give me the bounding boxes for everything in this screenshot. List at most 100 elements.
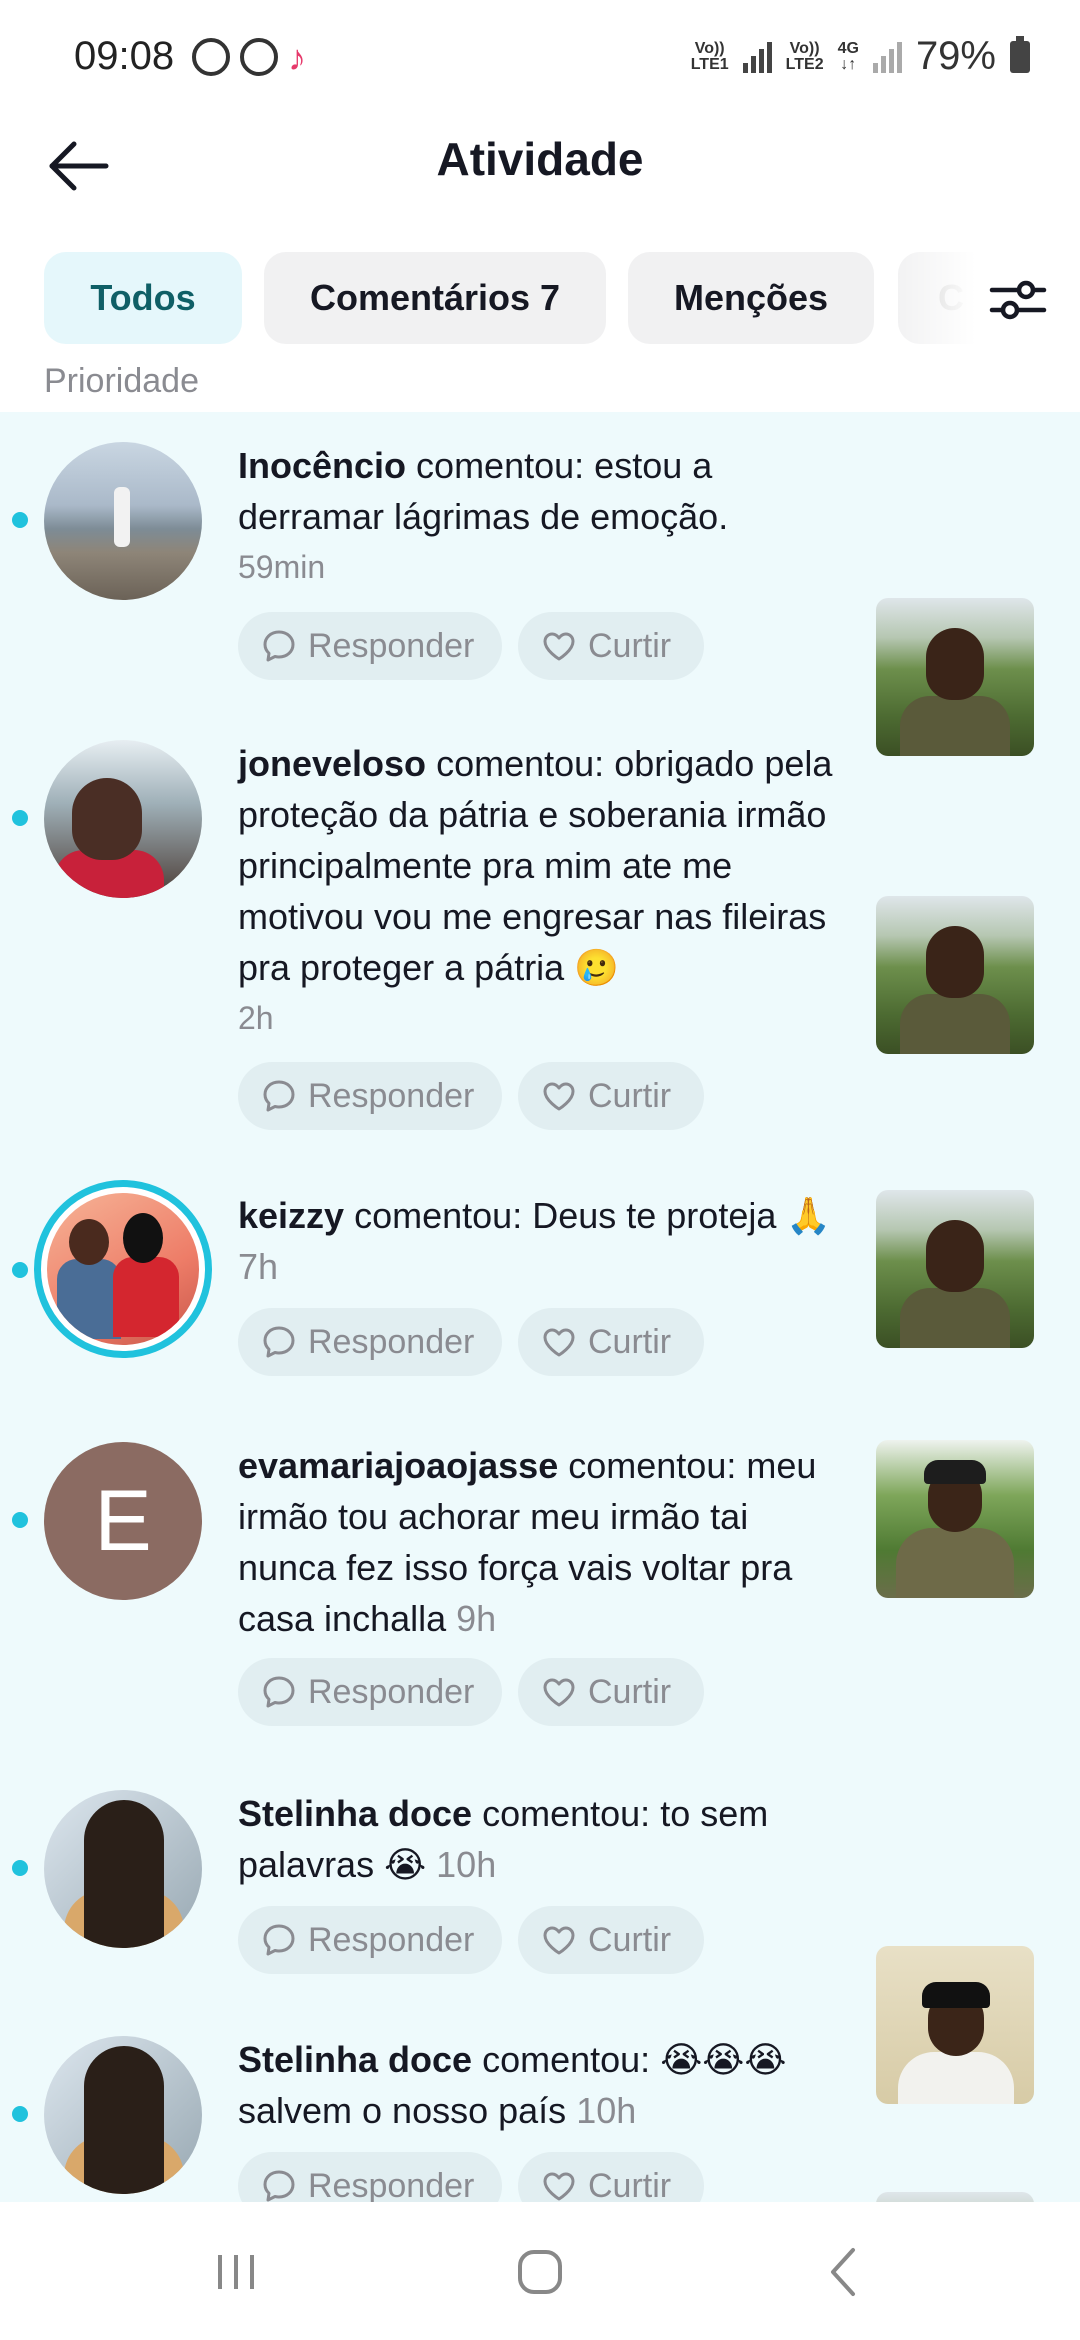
filter-tabs: Todos Comentários 7 Menções C xyxy=(0,252,1080,348)
heart-icon xyxy=(543,1082,575,1111)
comment-actions: Responder Curtir xyxy=(238,1658,704,1726)
like-button[interactable]: Curtir xyxy=(518,2152,704,2202)
comment-actions: Responder Curtir xyxy=(238,1906,704,1974)
whatsapp-icon xyxy=(192,38,230,76)
signal-icon xyxy=(872,41,902,73)
tab-mencoes[interactable]: Menções xyxy=(628,252,874,344)
header: Atividade xyxy=(0,120,1080,240)
recent-apps-icon xyxy=(218,2255,254,2289)
status-bar: 09:08 ♪ Vo)) LTE1 Vo)) LTE2 4G ↓↑ 79% xyxy=(0,0,1080,120)
tabs-fade xyxy=(890,252,1080,344)
video-thumbnail[interactable] xyxy=(876,1440,1034,1598)
timestamp: 10h xyxy=(436,1844,497,1885)
comment-body: Deus te proteja 🙏 xyxy=(532,1195,832,1236)
notification-icons: ♪ xyxy=(192,38,322,78)
battery-percent: 79% xyxy=(915,34,996,78)
comment-actions: Responder Curtir xyxy=(238,2152,704,2202)
system-navigation-bar xyxy=(0,2202,1080,2340)
avatar[interactable] xyxy=(44,1790,202,1948)
system-back-button[interactable] xyxy=(804,2242,884,2302)
status-time: 09:08 xyxy=(74,34,175,78)
comment-actions: Responder Curtir xyxy=(238,1308,704,1376)
comment-bubble-icon xyxy=(263,2170,295,2202)
reply-button[interactable]: Responder xyxy=(238,612,502,680)
notification-list[interactable]: Inocêncio comentou: estou a derramar lág… xyxy=(0,412,1080,2202)
unread-dot xyxy=(12,2106,28,2122)
battery-icon xyxy=(1010,35,1030,73)
list-item[interactable]: Stelinha doce comentou: 😭😭😭 salvem o nos… xyxy=(0,2006,1080,2202)
signal-icon xyxy=(742,41,772,73)
username[interactable]: joneveloso xyxy=(238,743,426,784)
reply-button[interactable]: Responder xyxy=(238,1308,502,1376)
tab-todos[interactable]: Todos xyxy=(44,252,242,344)
unread-dot xyxy=(12,1262,28,1278)
heart-icon xyxy=(543,632,575,661)
comment-text: Stelinha doce comentou: 😭😭😭 salvem o nos… xyxy=(238,2039,787,2131)
video-thumbnail[interactable] xyxy=(876,2192,1034,2202)
comment-text: Inocêncio comentou: estou a derramar lág… xyxy=(238,440,848,593)
tiktok-icon: ♪ xyxy=(288,37,306,78)
username[interactable]: Stelinha doce xyxy=(238,2039,472,2080)
tab-comentarios[interactable]: Comentários 7 xyxy=(264,252,606,344)
username[interactable]: Inocêncio xyxy=(238,445,406,486)
recent-apps-button[interactable] xyxy=(196,2242,276,2302)
heart-icon xyxy=(543,1678,575,1707)
username[interactable]: evamariajoaojasse xyxy=(238,1445,558,1486)
list-item[interactable]: Inocêncio comentou: estou a derramar lág… xyxy=(0,412,1080,756)
username[interactable]: Stelinha doce xyxy=(238,1793,472,1834)
list-item[interactable]: joneveloso comentou: obrigado pela prote… xyxy=(0,710,1080,1130)
timestamp: 9h xyxy=(456,1598,497,1639)
filter-settings-button[interactable] xyxy=(988,270,1048,330)
timestamp: 10h xyxy=(576,2090,637,2131)
reply-button[interactable]: Responder xyxy=(238,1062,502,1130)
comment-bubble-icon xyxy=(263,630,295,662)
avatar[interactable] xyxy=(44,2036,202,2194)
like-button[interactable]: Curtir xyxy=(518,1658,704,1726)
like-button[interactable]: Curtir xyxy=(518,1308,704,1376)
comment-bubble-icon xyxy=(263,1924,295,1956)
avatar xyxy=(47,1193,199,1345)
comment-text: Stelinha doce comentou: to sem palavras … xyxy=(238,1793,769,1885)
video-thumbnail[interactable] xyxy=(876,896,1034,1054)
comment-text: evamariajoaojasse comentou: meu irmão to… xyxy=(238,1445,817,1639)
avatar[interactable]: E xyxy=(44,1442,202,1600)
timestamp: 59min xyxy=(238,549,326,585)
comment-bubble-icon xyxy=(263,1080,295,1112)
comment-text: joneveloso comentou: obrigado pela prote… xyxy=(238,738,848,1044)
heart-icon xyxy=(543,1926,575,1955)
volte-lte2-indicator: Vo)) LTE2 xyxy=(785,39,824,73)
section-header-priority: Prioridade xyxy=(44,362,199,396)
avatar[interactable] xyxy=(44,442,202,600)
list-item[interactable]: E evamariajoaojasse comentou: meu irmão … xyxy=(0,1412,1080,1726)
timestamp: 2h xyxy=(238,1000,274,1036)
comment-actions: Responder Curtir xyxy=(238,612,704,680)
home-icon xyxy=(518,2250,562,2294)
comment-text: keizzy comentou: Deus te proteja 🙏 7h xyxy=(238,1195,832,1287)
list-item[interactable]: keizzy comentou: Deus te proteja 🙏 7h Re… xyxy=(0,1162,1080,1376)
unread-dot xyxy=(12,1860,28,1876)
comment-bubble-icon xyxy=(263,1676,295,1708)
reply-button[interactable]: Responder xyxy=(238,2152,502,2202)
page-title: Atividade xyxy=(436,133,644,185)
username[interactable]: keizzy xyxy=(238,1195,344,1236)
network-4g-indicator: 4G ↓↑ xyxy=(837,39,859,73)
heart-icon xyxy=(543,2172,575,2201)
unread-dot xyxy=(12,1512,28,1528)
avatar[interactable] xyxy=(44,740,202,898)
like-button[interactable]: Curtir xyxy=(518,1062,704,1130)
video-thumbnail[interactable] xyxy=(876,1190,1034,1348)
heart-icon xyxy=(543,1328,575,1357)
timestamp: 7h xyxy=(238,1246,279,1287)
volte-lte1-indicator: Vo)) LTE1 xyxy=(690,39,729,73)
unread-dot xyxy=(12,810,28,826)
reply-button[interactable]: Responder xyxy=(238,1906,502,1974)
unread-dot xyxy=(12,512,28,528)
home-button[interactable] xyxy=(500,2242,580,2302)
comment-actions: Responder Curtir xyxy=(238,1062,704,1130)
reply-button[interactable]: Responder xyxy=(238,1658,502,1726)
whatsapp-icon xyxy=(240,38,278,76)
avatar-story-ring[interactable] xyxy=(34,1180,212,1358)
like-button[interactable]: Curtir xyxy=(518,1906,704,1974)
like-button[interactable]: Curtir xyxy=(518,612,704,680)
chevron-left-icon xyxy=(831,2248,855,2296)
